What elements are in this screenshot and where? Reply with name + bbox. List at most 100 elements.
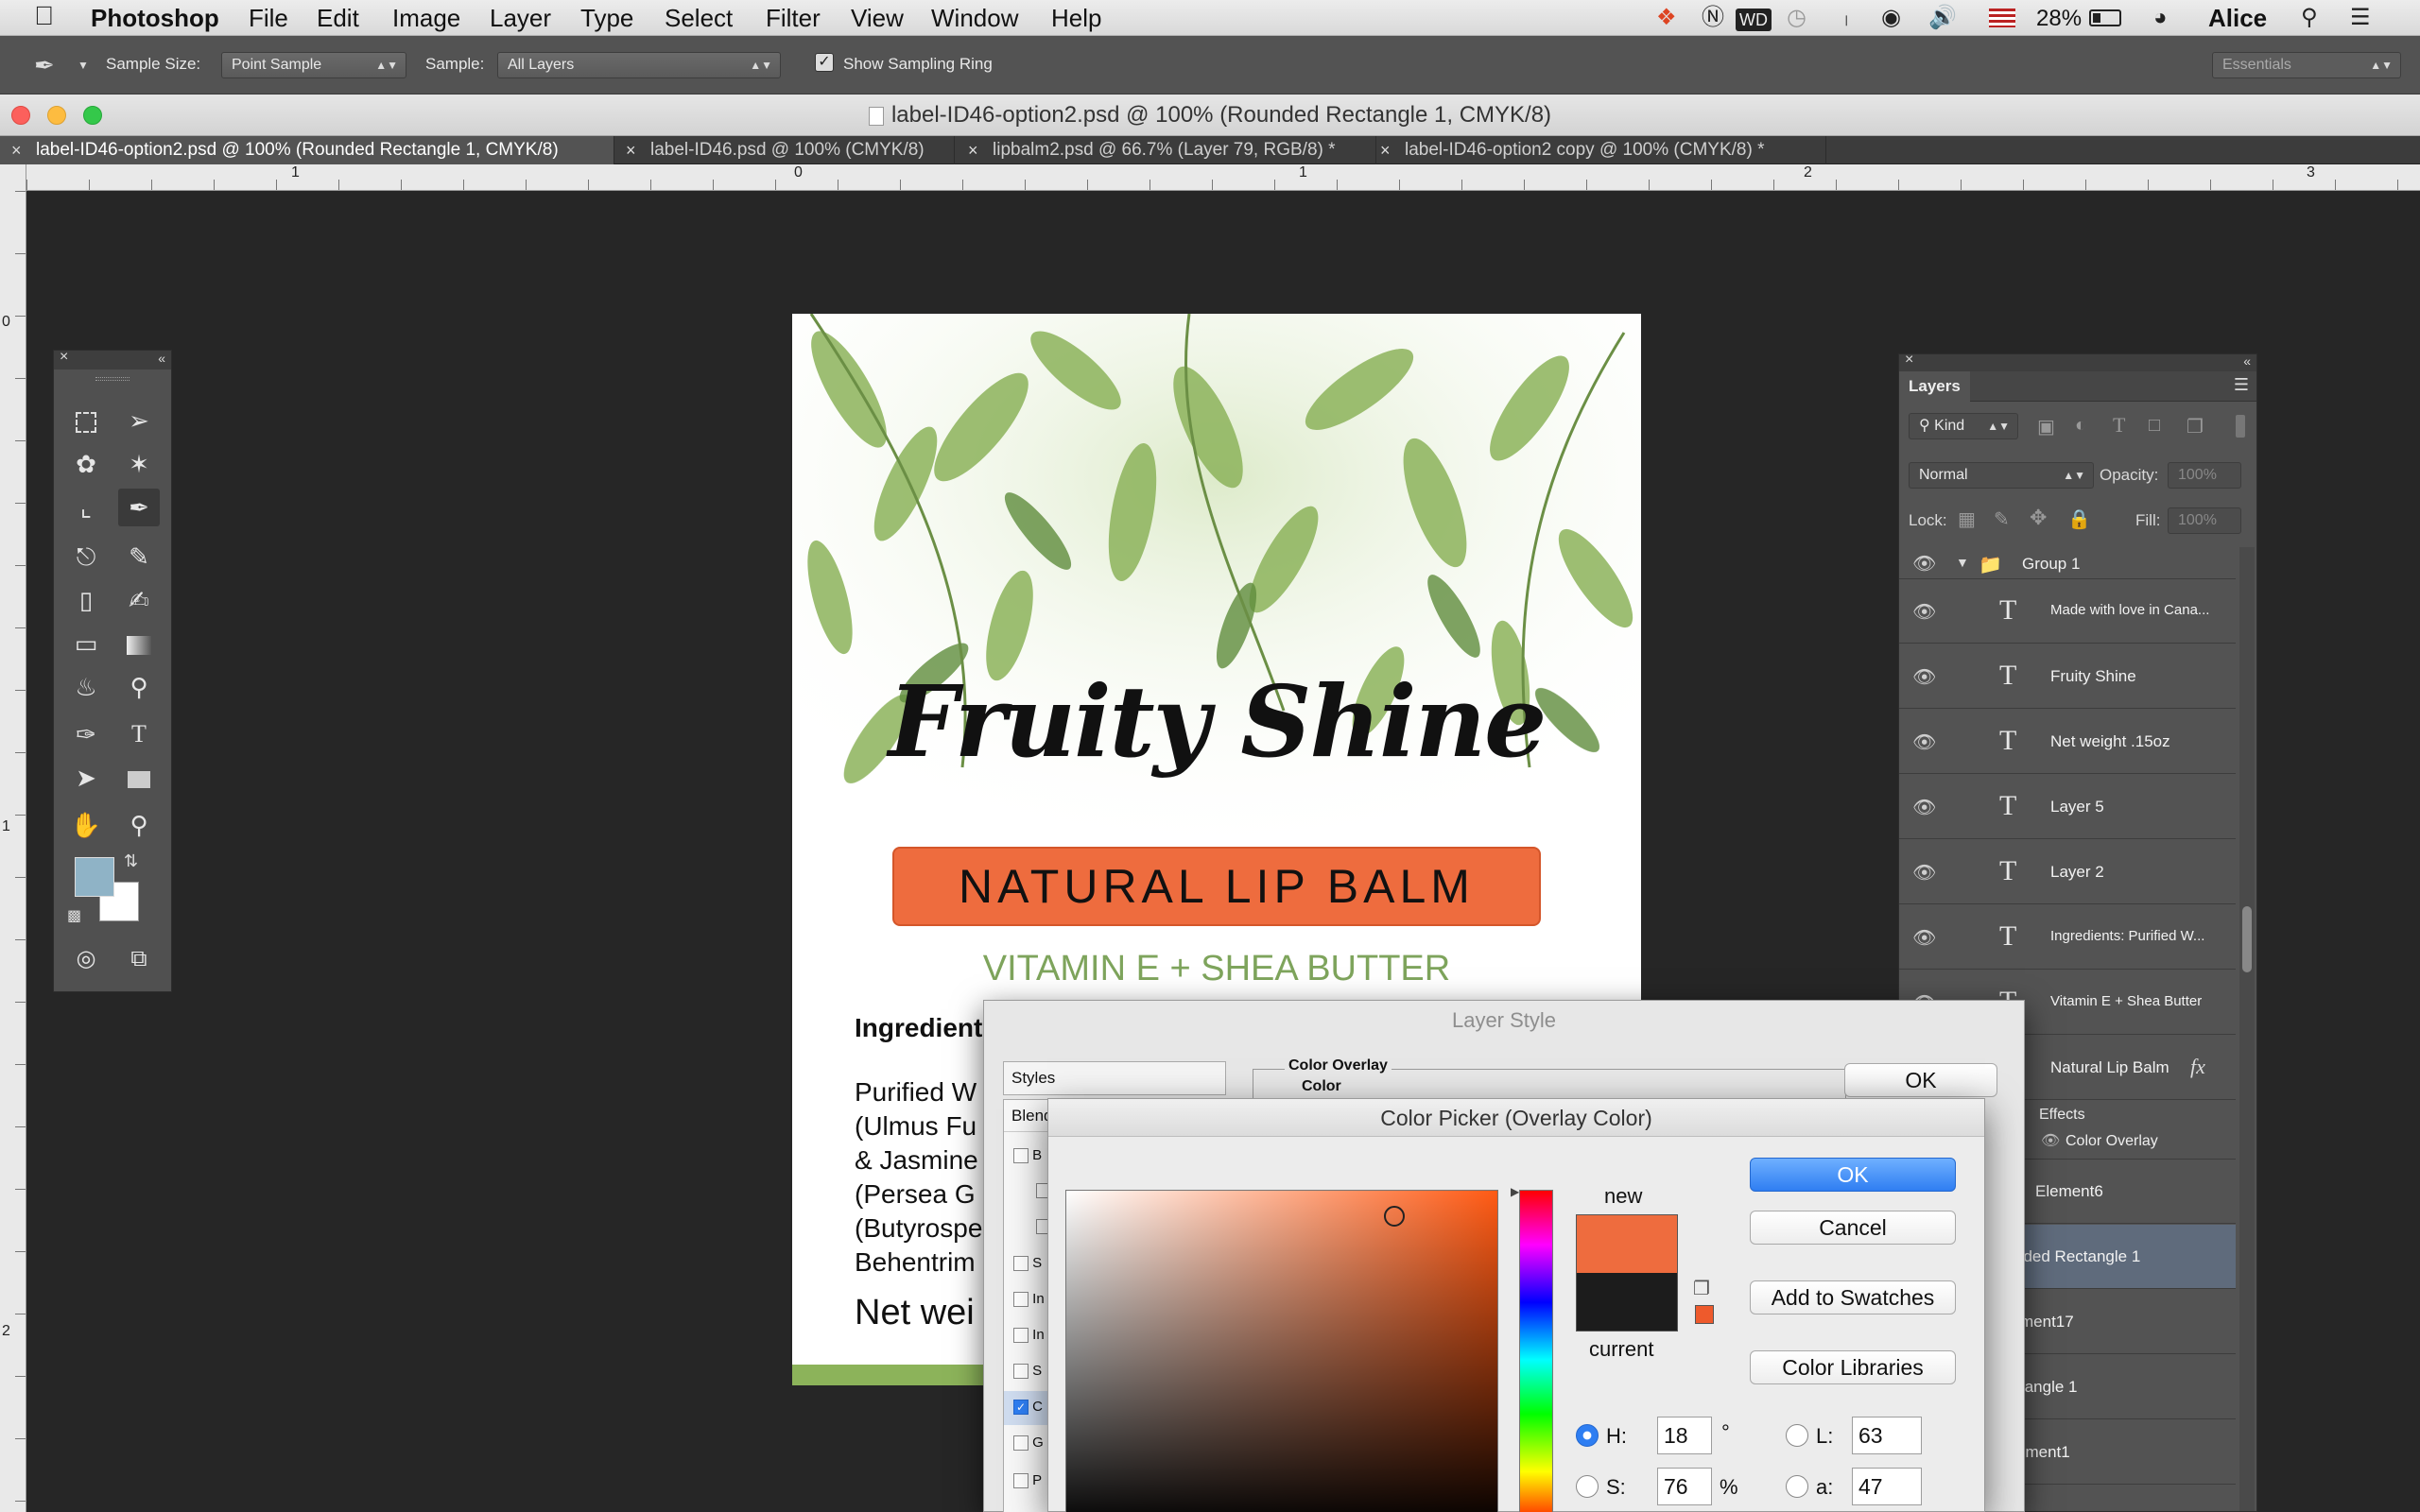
visibility-eye-icon[interactable]: 👁 bbox=[1912, 600, 1936, 624]
layers-tab[interactable]: Layers bbox=[1899, 371, 1970, 402]
out-of-gamut-cube-icon[interactable]: ❐ bbox=[1693, 1277, 1710, 1300]
workspace-switcher[interactable]: Essentials ▲▼ bbox=[2212, 52, 2401, 78]
menu-select[interactable]: Select bbox=[665, 4, 733, 32]
color-overlay-effect[interactable]: Color Overlay bbox=[2066, 1133, 2158, 1150]
type-layer-row[interactable]: 👁 T Net weight .15oz bbox=[1899, 710, 2236, 774]
tools-panel-header[interactable]: × « bbox=[54, 349, 171, 369]
gamut-warning-swatch[interactable] bbox=[1695, 1305, 1714, 1324]
close-tab-icon[interactable]: × bbox=[11, 136, 22, 164]
bluetooth-icon[interactable]: ᛧ bbox=[1840, 7, 1853, 29]
skype-icon[interactable]: Ⓝ bbox=[1702, 7, 1724, 29]
history-brush-tool-icon[interactable]: ✍ bbox=[118, 581, 160, 619]
rectangle-tool-icon[interactable] bbox=[118, 759, 160, 797]
path-selection-tool-icon[interactable]: ➤ bbox=[65, 759, 107, 797]
lightness-field[interactable]: 63 bbox=[1852, 1417, 1922, 1454]
doc-tab[interactable]: × lipbalm2.psd @ 66.7% (Layer 79, RGB/8)… bbox=[957, 136, 1376, 164]
current-color-swatch[interactable] bbox=[1576, 1273, 1678, 1332]
menu-view[interactable]: View bbox=[851, 4, 904, 32]
notification-center-icon[interactable]: ☰ bbox=[2350, 7, 2371, 29]
color-picker-cancel-button[interactable]: Cancel bbox=[1750, 1211, 1956, 1245]
fill-field[interactable]: 100% bbox=[2168, 507, 2241, 534]
styles-list-header[interactable]: Styles bbox=[1003, 1061, 1226, 1095]
effect-visibility-eye-icon[interactable]: 👁 bbox=[2041, 1131, 2060, 1150]
type-tool-icon[interactable]: T bbox=[118, 715, 160, 753]
foreground-color-swatch[interactable] bbox=[75, 857, 114, 897]
style-item[interactable]: P bbox=[1013, 1472, 1042, 1489]
collapse-panel-icon[interactable]: « bbox=[2243, 353, 2251, 369]
saturation-field[interactable]: 76 bbox=[1657, 1468, 1712, 1505]
zoom-window-button[interactable] bbox=[83, 106, 102, 125]
gradient-tool-icon[interactable] bbox=[118, 625, 160, 662]
visibility-eye-icon[interactable]: 👁 bbox=[1912, 926, 1936, 950]
show-sampling-ring-checkbox[interactable]: ✓ bbox=[815, 53, 834, 72]
type-layer-row[interactable]: 👁 T Made with love in Cana... bbox=[1899, 579, 2236, 644]
lock-all-icon[interactable]: 🔒 bbox=[2067, 507, 2091, 531]
saturation-radio[interactable] bbox=[1576, 1475, 1599, 1498]
disclosure-triangle-icon[interactable]: ▼ bbox=[1956, 555, 1969, 570]
close-tab-icon[interactable]: × bbox=[968, 136, 978, 164]
hue-field[interactable]: 18 bbox=[1657, 1417, 1712, 1454]
layers-scrollbar-thumb[interactable] bbox=[2242, 906, 2252, 972]
menu-help[interactable]: Help bbox=[1051, 4, 1101, 32]
volume-icon[interactable]: 🔊 bbox=[1928, 7, 1957, 29]
minimize-window-button[interactable] bbox=[47, 106, 66, 125]
user-name[interactable]: Alice bbox=[2208, 4, 2267, 32]
a-channel-field[interactable]: 47 bbox=[1852, 1468, 1922, 1505]
style-item[interactable]: In bbox=[1013, 1291, 1045, 1308]
style-item[interactable]: G bbox=[1013, 1435, 1044, 1452]
hue-radio[interactable] bbox=[1576, 1424, 1599, 1447]
screen-mode-icon[interactable]: ⧉ bbox=[118, 940, 160, 978]
dodge-tool-icon[interactable]: ⚲ bbox=[118, 668, 160, 706]
visibility-eye-icon[interactable]: 👁 bbox=[1912, 552, 1936, 576]
type-layer-row[interactable]: 👁 T Fruity Shine bbox=[1899, 644, 2236, 709]
filter-pixel-layers-icon[interactable]: ▣ bbox=[2037, 415, 2055, 438]
lasso-tool-icon[interactable]: ✿ bbox=[65, 445, 107, 483]
brush-tool-icon[interactable]: ✎ bbox=[118, 538, 160, 576]
quick-mask-icon[interactable]: ◎ bbox=[65, 940, 107, 978]
type-layer-row[interactable]: 👁 T Ingredients: Purified W... bbox=[1899, 905, 2236, 970]
menu-edit[interactable]: Edit bbox=[317, 4, 359, 32]
time-machine-icon[interactable]: ◷ bbox=[1787, 7, 1806, 29]
layers-scrollbar[interactable] bbox=[2239, 547, 2255, 1511]
color-libraries-button[interactable]: Color Libraries bbox=[1750, 1350, 1956, 1384]
close-window-button[interactable] bbox=[11, 106, 30, 125]
opacity-field[interactable]: 100% bbox=[2168, 462, 2241, 489]
visibility-eye-icon[interactable]: 👁 bbox=[1912, 730, 1936, 754]
menu-layer[interactable]: Layer bbox=[490, 4, 551, 32]
lock-position-icon[interactable]: ✥ bbox=[2030, 506, 2047, 530]
color-picker-ok-button[interactable]: OK bbox=[1750, 1158, 1956, 1192]
visibility-eye-icon[interactable]: 👁 bbox=[1912, 796, 1936, 819]
style-item[interactable]: S bbox=[1013, 1363, 1042, 1380]
doc-tab[interactable]: × label-ID46.psd @ 100% (CMYK/8) bbox=[614, 136, 955, 164]
close-panel-icon[interactable]: × bbox=[1905, 352, 1913, 369]
vertical-ruler[interactable]: 0 1 2 bbox=[0, 164, 26, 1512]
style-item[interactable]: ✓ C bbox=[1013, 1399, 1043, 1416]
close-tab-icon[interactable]: × bbox=[626, 136, 636, 164]
blur-tool-icon[interactable]: ♨ bbox=[65, 668, 107, 706]
menu-window[interactable]: Window bbox=[931, 4, 1018, 32]
visibility-eye-icon[interactable]: 👁 bbox=[1912, 861, 1936, 885]
magic-wand-tool-icon[interactable]: ✶ bbox=[118, 445, 160, 483]
lock-image-pixels-icon[interactable]: ✎ bbox=[1994, 507, 2010, 531]
close-panel-icon[interactable]: × bbox=[60, 349, 68, 366]
type-layer-row[interactable]: 👁 T Layer 5 bbox=[1899, 775, 2236, 839]
hand-tool-icon[interactable]: ✋ bbox=[65, 806, 107, 844]
wd-icon[interactable]: WD bbox=[1736, 9, 1772, 31]
type-layer-row[interactable]: 👁 T Layer 2 bbox=[1899, 840, 2236, 904]
hue-slider[interactable]: ▶ bbox=[1511, 1185, 1553, 1512]
style-item[interactable]: In bbox=[1013, 1327, 1045, 1344]
filter-toggle-switch[interactable] bbox=[2236, 415, 2245, 438]
filter-adjustment-layers-icon[interactable]: ◐ bbox=[2075, 415, 2086, 437]
sample-size-select[interactable]: Point Sample ▲▼ bbox=[221, 52, 406, 78]
saturation-brightness-field[interactable] bbox=[1065, 1190, 1498, 1512]
filter-smart-objects-icon[interactable]: ❐ bbox=[2187, 415, 2204, 438]
layer-group-row[interactable]: 👁 ▼ 📁 Group 1 bbox=[1899, 547, 2236, 579]
style-item[interactable]: B bbox=[1013, 1147, 1042, 1164]
menu-file[interactable]: File bbox=[249, 4, 288, 32]
filter-type-layers-icon[interactable]: T bbox=[2113, 413, 2125, 438]
sample-select[interactable]: All Layers ▲▼ bbox=[497, 52, 781, 78]
us-flag-icon[interactable] bbox=[1989, 9, 2015, 27]
visibility-eye-icon[interactable]: 👁 bbox=[1912, 665, 1936, 689]
collapse-panel-icon[interactable]: « bbox=[158, 351, 165, 366]
menu-type[interactable]: Type bbox=[580, 4, 633, 32]
